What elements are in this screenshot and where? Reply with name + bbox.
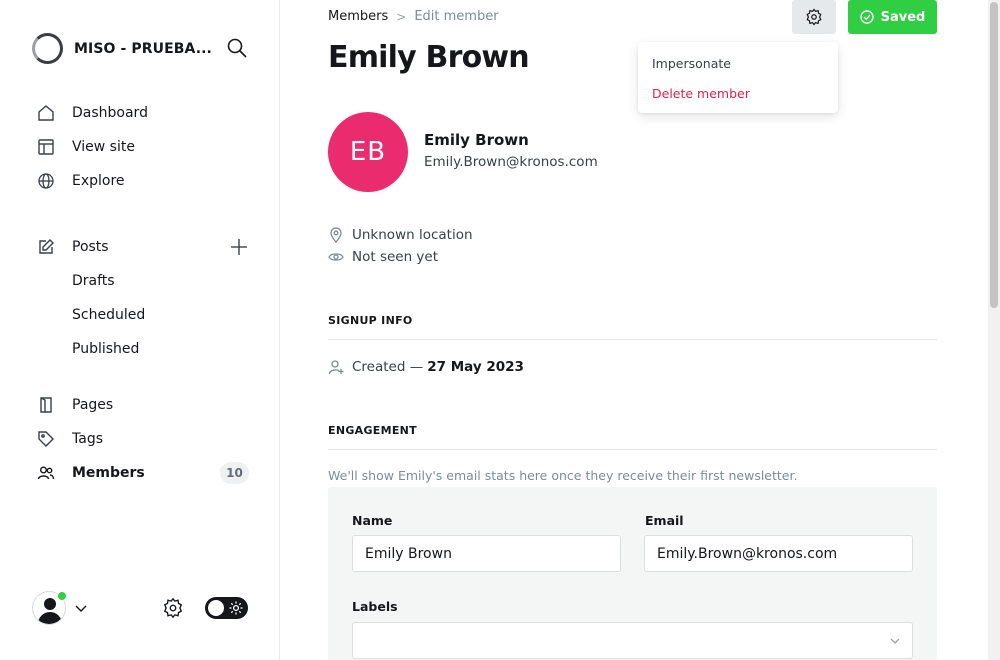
sidebar-item-explore[interactable]: Explore [36, 166, 256, 196]
eye-icon [328, 253, 344, 261]
user-plus-icon [328, 360, 344, 375]
saved-button[interactable]: Saved [848, 0, 937, 34]
sidebar-item-members[interactable]: Members 10 [36, 458, 256, 488]
sidebar-item-label: Members [72, 465, 145, 481]
location-text: Unknown location [352, 227, 473, 243]
location-pin-icon [330, 227, 342, 243]
member-location: Unknown location [328, 227, 473, 243]
divider [328, 339, 937, 340]
created-prefix: Created — [352, 359, 424, 375]
sidebar-item-published[interactable]: Published [36, 334, 256, 364]
email-input[interactable] [644, 535, 913, 572]
name-input[interactable] [352, 535, 621, 572]
sidebar-item-label: Tags [72, 431, 103, 447]
last-seen-text: Not seen yet [352, 249, 439, 265]
brand[interactable]: MISO - PRUEBA... [32, 33, 212, 64]
sidebar-item-tags[interactable]: Tags [36, 424, 256, 454]
chevron-down-icon[interactable] [74, 601, 88, 615]
sidebar-item-dashboard[interactable]: Dashboard [36, 98, 256, 128]
divider [328, 449, 937, 450]
member-details-form: Name Email Labels [328, 487, 937, 660]
member-last-seen: Not seen yet [328, 249, 438, 265]
site-name: MISO - PRUEBA... [74, 40, 212, 57]
breadcrumb-current: Edit member [414, 9, 499, 24]
sidebar-item-pages[interactable]: Pages [36, 390, 256, 420]
members-icon [36, 463, 56, 483]
main-content: Members > Edit member Saved Emily Brown … [280, 0, 988, 660]
chevron-right-icon: > [396, 9, 407, 24]
theme-toggle[interactable] [205, 597, 248, 619]
sidebar-item-label: Dashboard [72, 105, 148, 121]
sidebar-item-label: Explore [72, 173, 125, 189]
labels-label: Labels [352, 599, 398, 614]
member-email: Emily.Brown@kronos.com [424, 154, 598, 170]
member-actions-button[interactable] [792, 0, 836, 34]
members-count-badge: 10 [220, 462, 249, 484]
page-title: Emily Brown [328, 40, 530, 75]
sidebar-item-scheduled[interactable]: Scheduled [36, 300, 256, 330]
sun-icon [229, 601, 243, 615]
signup-info-heading: SIGNUP INFO [328, 314, 413, 327]
sidebar-footer [32, 591, 248, 625]
sidebar-item-posts[interactable]: Posts [36, 232, 256, 262]
sidebar-item-view-site[interactable]: View site [36, 132, 256, 162]
email-label: Email [645, 513, 684, 528]
page-scrollbar[interactable] [988, 0, 1000, 660]
created-info: Created — 27 May 2023 [328, 359, 524, 375]
check-circle-icon [859, 10, 874, 24]
saved-label: Saved [880, 9, 926, 25]
layout-icon [36, 137, 56, 157]
plus-icon[interactable] [229, 237, 249, 257]
member-actions-menu: Impersonate Delete member [638, 42, 838, 113]
breadcrumb: Members > Edit member [328, 9, 499, 24]
sidebar-item-label: View site [72, 139, 135, 155]
pen-square-icon [36, 237, 56, 257]
sidebar-item-label: Scheduled [72, 307, 146, 323]
search-icon[interactable] [226, 37, 248, 59]
sidebar-item-label: Pages [72, 397, 114, 413]
engagement-note: We'll show Emily's email stats here once… [328, 468, 798, 483]
sidebar-item-label: Published [72, 341, 140, 357]
toggle-knob [208, 600, 224, 616]
house-icon [36, 103, 56, 123]
sidebar-item-drafts[interactable]: Drafts [36, 266, 256, 296]
gear-icon[interactable] [162, 597, 184, 619]
member-name: Emily Brown [424, 131, 529, 149]
engagement-heading: ENGAGEMENT [328, 424, 417, 437]
sidebar-item-label: Drafts [72, 273, 115, 289]
breadcrumb-members-link[interactable]: Members [328, 9, 388, 24]
scrollbar-thumb[interactable] [990, 2, 998, 308]
impersonate-menu-item[interactable]: Impersonate [652, 56, 731, 71]
chevron-down-icon [890, 638, 900, 644]
gear-icon [806, 8, 822, 26]
name-label: Name [352, 513, 393, 528]
page-icon [36, 395, 56, 415]
sidebar-item-label: Posts [72, 239, 109, 255]
globe-icon [36, 171, 56, 191]
online-status-dot [57, 591, 67, 601]
site-logo-icon [32, 33, 63, 64]
created-date: 27 May 2023 [427, 359, 524, 375]
member-avatar: EB [328, 112, 408, 192]
tag-icon [36, 429, 56, 449]
labels-select[interactable] [352, 622, 913, 659]
delete-member-menu-item[interactable]: Delete member [652, 86, 750, 101]
sidebar: MISO - PRUEBA... Dashboard View site Exp… [0, 0, 280, 660]
